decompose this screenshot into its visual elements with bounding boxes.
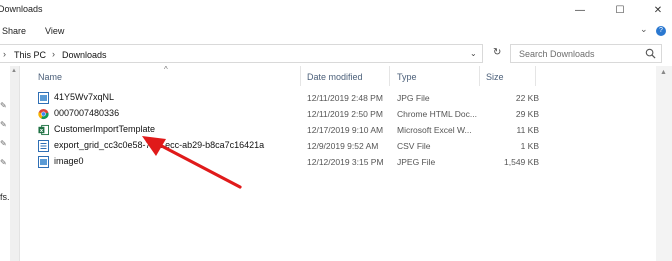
file-date: 12/11/2019 2:50 PM [307, 109, 383, 119]
file-type: JPEG File [397, 157, 436, 167]
pin-icon: ✎ [0, 120, 7, 129]
tab-share[interactable]: Share [2, 26, 26, 36]
tab-view[interactable]: View [45, 26, 64, 36]
file-size: 22 KB [515, 93, 539, 103]
nav-item-label[interactable]: fs. [0, 192, 10, 202]
file-row[interactable]: 0007007480336 12/11/2019 2:50 PM Chrome … [34, 106, 544, 122]
column-divider[interactable] [300, 66, 301, 86]
file-size: 29 KB [515, 109, 539, 119]
file-date: 12/12/2019 3:15 PM [307, 157, 384, 167]
file-row[interactable]: x CustomerImportTemplate 12/17/2019 9:10… [34, 122, 544, 138]
breadcrumb-separator[interactable]: › [3, 49, 6, 59]
file-name[interactable]: image0 [54, 156, 84, 166]
pin-icon: ✎ [0, 101, 7, 110]
file-size: 1 KB [520, 141, 539, 151]
ribbon-tabs: Share View ⌄ ? [0, 22, 672, 42]
address-row: › This PC › Downloads ⌄ ↻ Search Downloa… [0, 42, 672, 66]
window-title: Downloads [0, 4, 43, 14]
navigation-pane[interactable]: ✎ ✎ ✎ ✎ [0, 66, 10, 261]
expand-ribbon-icon[interactable]: ⌄ [640, 24, 648, 35]
file-date: 12/9/2019 9:52 AM [307, 141, 379, 151]
sort-ascending-icon: ^ [164, 65, 168, 74]
breadcrumb-separator[interactable]: › [52, 49, 55, 59]
column-header-name[interactable]: Name [38, 72, 62, 82]
file-size: 1,549 KB [504, 157, 539, 167]
title-bar: Downloads — ☐ ✕ [0, 0, 672, 22]
column-divider[interactable] [389, 66, 390, 86]
file-row[interactable]: image0 12/12/2019 3:15 PM JPEG File 1,54… [34, 154, 544, 170]
file-name[interactable]: 0007007480336 [54, 108, 119, 118]
maximize-button[interactable]: ☐ [606, 2, 634, 20]
address-dropdown-icon[interactable]: ⌄ [470, 49, 477, 58]
file-type: CSV File [397, 141, 431, 151]
minimize-button[interactable]: — [566, 2, 594, 20]
pin-icon: ✎ [0, 139, 7, 148]
file-row[interactable]: 41Y5Wv7xqNL 12/11/2019 2:48 PM JPG File … [34, 90, 544, 106]
file-name[interactable]: 41Y5Wv7xqNL [54, 92, 114, 102]
column-divider[interactable] [535, 66, 536, 86]
file-date: 12/11/2019 2:48 PM [307, 93, 383, 103]
chrome-icon [38, 108, 49, 120]
search-placeholder: Search Downloads [519, 49, 595, 59]
pin-icon: ✎ [0, 158, 7, 167]
file-size: 11 KB [516, 125, 539, 135]
column-header-type[interactable]: Type [397, 72, 417, 82]
column-headers: ^ Name Date modified Type Size [27, 65, 655, 86]
file-type: Chrome HTML Doc... [397, 109, 477, 119]
file-name[interactable]: export_grid_cc3c0e58-7fc...ecc-ab29-b8ca… [54, 140, 264, 150]
search-icon[interactable] [645, 48, 656, 59]
image-file-icon [38, 156, 49, 168]
help-icon[interactable]: ? [656, 26, 666, 36]
scroll-up-icon[interactable]: ▲ [11, 68, 17, 74]
address-bar[interactable]: › This PC › Downloads ⌄ [0, 44, 483, 63]
breadcrumb-downloads[interactable]: Downloads [62, 50, 107, 60]
scroll-up-icon[interactable]: ▲ [660, 69, 667, 76]
image-file-icon [38, 92, 49, 104]
close-button[interactable]: ✕ [644, 2, 672, 20]
file-type: Microsoft Excel W... [397, 125, 472, 135]
column-header-date-modified[interactable]: Date modified [307, 72, 363, 82]
file-date: 12/17/2019 9:10 AM [307, 125, 384, 135]
search-input[interactable]: Search Downloads [510, 44, 662, 63]
file-type: JPG File [397, 93, 430, 103]
nav-scrollbar[interactable]: ▲ [10, 66, 20, 261]
breadcrumb-this-pc[interactable]: This PC [14, 50, 46, 60]
csv-file-icon [38, 140, 49, 152]
refresh-icon[interactable]: ↻ [493, 47, 501, 58]
file-name[interactable]: CustomerImportTemplate [54, 124, 155, 134]
column-header-size[interactable]: Size [486, 72, 504, 82]
file-row[interactable]: export_grid_cc3c0e58-7fc...ecc-ab29-b8ca… [34, 138, 544, 154]
column-divider[interactable] [479, 66, 480, 86]
excel-icon: x [38, 124, 49, 136]
vertical-scrollbar[interactable]: ▲ [656, 66, 672, 261]
